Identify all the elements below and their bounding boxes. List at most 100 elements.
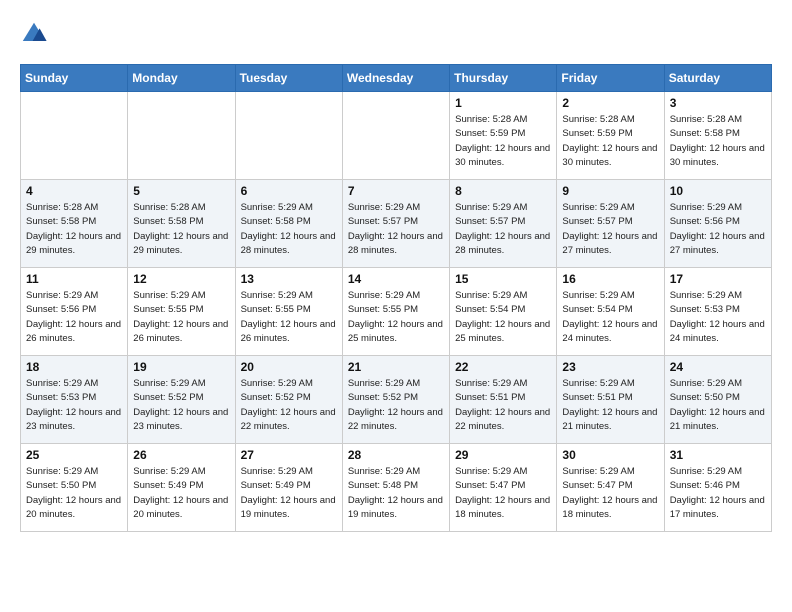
calendar-cell: 22 Sunrise: 5:29 AM Sunset: 5:51 PM Dayli…	[450, 356, 557, 444]
day-number: 8	[455, 184, 551, 198]
calendar-cell: 8 Sunrise: 5:29 AM Sunset: 5:57 PM Daylig…	[450, 180, 557, 268]
day-number: 4	[26, 184, 122, 198]
weekday-header-thursday: Thursday	[450, 65, 557, 92]
calendar-cell: 26 Sunrise: 5:29 AM Sunset: 5:49 PM Dayli…	[128, 444, 235, 532]
weekday-header-tuesday: Tuesday	[235, 65, 342, 92]
calendar-cell: 23Sunrise: 5:29 AM Sunset: 5:51 PM Dayli…	[557, 356, 664, 444]
day-info: Sunrise: 5:29 AM Sunset: 5:58 PM Dayligh…	[241, 201, 337, 258]
calendar-cell: 14 Sunrise: 5:29 AM Sunset: 5:55 PM Dayli…	[342, 268, 449, 356]
calendar-cell: 21 Sunrise: 5:29 AM Sunset: 5:52 PM Dayli…	[342, 356, 449, 444]
day-info: Sunrise: 5:29 AM Sunset: 5:55 PM Dayligh…	[133, 289, 229, 346]
calendar-cell: 19 Sunrise: 5:29 AM Sunset: 5:52 PM Dayli…	[128, 356, 235, 444]
logo-icon	[20, 20, 48, 48]
page-header	[20, 20, 772, 48]
calendar-week-3: 11 Sunrise: 5:29 AM Sunset: 5:56 PM Dayli…	[21, 268, 772, 356]
day-info: Sunrise: 5:29 AM Sunset: 5:55 PM Dayligh…	[348, 289, 444, 346]
day-number: 29	[455, 448, 551, 462]
day-info: Sunrise: 5:29 AM Sunset: 5:49 PM Dayligh…	[241, 465, 337, 522]
calendar-cell	[342, 92, 449, 180]
day-number: 1	[455, 96, 551, 110]
day-info: Sunrise: 5:29 AM Sunset: 5:53 PM Dayligh…	[670, 289, 766, 346]
calendar-cell: 25 Sunrise: 5:29 AM Sunset: 5:50 PM Dayli…	[21, 444, 128, 532]
calendar-week-1: 1 Sunrise: 5:28 AM Sunset: 5:59 PM Daylig…	[21, 92, 772, 180]
weekday-header-monday: Monday	[128, 65, 235, 92]
calendar-cell: 6 Sunrise: 5:29 AM Sunset: 5:58 PM Daylig…	[235, 180, 342, 268]
calendar-cell: 10 Sunrise: 5:29 AM Sunset: 5:56 PM Dayli…	[664, 180, 771, 268]
day-number: 2	[562, 96, 658, 110]
calendar-cell: 12 Sunrise: 5:29 AM Sunset: 5:55 PM Dayli…	[128, 268, 235, 356]
day-info: Sunrise: 5:29 AM Sunset: 5:52 PM Dayligh…	[348, 377, 444, 434]
day-number: 11	[26, 272, 122, 286]
calendar-cell: 17 Sunrise: 5:29 AM Sunset: 5:53 PM Dayli…	[664, 268, 771, 356]
day-info: Sunrise: 5:28 AM Sunset: 5:59 PM Dayligh…	[455, 113, 551, 170]
day-info: Sunrise: 5:29 AM Sunset: 5:50 PM Dayligh…	[670, 377, 766, 434]
day-number: 7	[348, 184, 444, 198]
day-number: 13	[241, 272, 337, 286]
calendar-cell: 29 Sunrise: 5:29 AM Sunset: 5:47 PM Dayli…	[450, 444, 557, 532]
calendar-cell: 2Sunrise: 5:28 AM Sunset: 5:59 PM Daylig…	[557, 92, 664, 180]
day-number: 10	[670, 184, 766, 198]
day-info: Sunrise: 5:29 AM Sunset: 5:54 PM Dayligh…	[455, 289, 551, 346]
calendar-cell: 24 Sunrise: 5:29 AM Sunset: 5:50 PM Dayli…	[664, 356, 771, 444]
day-number: 16	[562, 272, 658, 286]
weekday-header-wednesday: Wednesday	[342, 65, 449, 92]
day-number: 12	[133, 272, 229, 286]
calendar-cell: 31 Sunrise: 5:29 AM Sunset: 5:46 PM Dayli…	[664, 444, 771, 532]
day-info: Sunrise: 5:29 AM Sunset: 5:47 PM Dayligh…	[455, 465, 551, 522]
day-info: Sunrise: 5:29 AM Sunset: 5:56 PM Dayligh…	[26, 289, 122, 346]
day-number: 9	[562, 184, 658, 198]
calendar-cell: 27 Sunrise: 5:29 AM Sunset: 5:49 PM Dayli…	[235, 444, 342, 532]
day-info: Sunrise: 5:29 AM Sunset: 5:51 PM Dayligh…	[455, 377, 551, 434]
calendar-cell: 11 Sunrise: 5:29 AM Sunset: 5:56 PM Dayli…	[21, 268, 128, 356]
calendar-week-2: 4 Sunrise: 5:28 AM Sunset: 5:58 PM Daylig…	[21, 180, 772, 268]
day-info: Sunrise: 5:28 AM Sunset: 5:58 PM Dayligh…	[26, 201, 122, 258]
day-info: Sunrise: 5:29 AM Sunset: 5:52 PM Dayligh…	[241, 377, 337, 434]
calendar-cell: 30Sunrise: 5:29 AM Sunset: 5:47 PM Dayli…	[557, 444, 664, 532]
day-info: Sunrise: 5:29 AM Sunset: 5:51 PM Dayligh…	[562, 377, 658, 434]
calendar-cell: 15 Sunrise: 5:29 AM Sunset: 5:54 PM Dayli…	[450, 268, 557, 356]
day-number: 15	[455, 272, 551, 286]
calendar-cell: 13 Sunrise: 5:29 AM Sunset: 5:55 PM Dayli…	[235, 268, 342, 356]
day-number: 22	[455, 360, 551, 374]
day-info: Sunrise: 5:29 AM Sunset: 5:48 PM Dayligh…	[348, 465, 444, 522]
day-info: Sunrise: 5:29 AM Sunset: 5:49 PM Dayligh…	[133, 465, 229, 522]
logo	[20, 20, 52, 48]
weekday-header-sunday: Sunday	[21, 65, 128, 92]
day-number: 18	[26, 360, 122, 374]
day-info: Sunrise: 5:29 AM Sunset: 5:57 PM Dayligh…	[455, 201, 551, 258]
day-number: 25	[26, 448, 122, 462]
day-info: Sunrise: 5:29 AM Sunset: 5:55 PM Dayligh…	[241, 289, 337, 346]
day-info: Sunrise: 5:29 AM Sunset: 5:50 PM Dayligh…	[26, 465, 122, 522]
day-info: Sunrise: 5:29 AM Sunset: 5:47 PM Dayligh…	[562, 465, 658, 522]
calendar-cell: 1 Sunrise: 5:28 AM Sunset: 5:59 PM Daylig…	[450, 92, 557, 180]
calendar-week-4: 18 Sunrise: 5:29 AM Sunset: 5:53 PM Dayli…	[21, 356, 772, 444]
day-number: 26	[133, 448, 229, 462]
day-info: Sunrise: 5:28 AM Sunset: 5:58 PM Dayligh…	[133, 201, 229, 258]
calendar-cell: 18 Sunrise: 5:29 AM Sunset: 5:53 PM Dayli…	[21, 356, 128, 444]
day-number: 14	[348, 272, 444, 286]
day-info: Sunrise: 5:29 AM Sunset: 5:57 PM Dayligh…	[348, 201, 444, 258]
calendar-cell: 7 Sunrise: 5:29 AM Sunset: 5:57 PM Daylig…	[342, 180, 449, 268]
calendar-cell: 3Sunrise: 5:28 AM Sunset: 5:58 PM Daylig…	[664, 92, 771, 180]
day-info: Sunrise: 5:29 AM Sunset: 5:53 PM Dayligh…	[26, 377, 122, 434]
calendar-cell: 20Sunrise: 5:29 AM Sunset: 5:52 PM Dayli…	[235, 356, 342, 444]
day-number: 21	[348, 360, 444, 374]
calendar-cell: 16Sunrise: 5:29 AM Sunset: 5:54 PM Dayli…	[557, 268, 664, 356]
weekday-header-friday: Friday	[557, 65, 664, 92]
calendar-cell	[235, 92, 342, 180]
calendar-cell	[128, 92, 235, 180]
day-info: Sunrise: 5:29 AM Sunset: 5:56 PM Dayligh…	[670, 201, 766, 258]
day-number: 24	[670, 360, 766, 374]
day-number: 31	[670, 448, 766, 462]
calendar-week-5: 25 Sunrise: 5:29 AM Sunset: 5:50 PM Dayli…	[21, 444, 772, 532]
day-number: 19	[133, 360, 229, 374]
calendar-cell: 9 Sunrise: 5:29 AM Sunset: 5:57 PM Daylig…	[557, 180, 664, 268]
day-info: Sunrise: 5:29 AM Sunset: 5:57 PM Dayligh…	[562, 201, 658, 258]
day-number: 3	[670, 96, 766, 110]
day-info: Sunrise: 5:29 AM Sunset: 5:46 PM Dayligh…	[670, 465, 766, 522]
day-number: 5	[133, 184, 229, 198]
day-number: 6	[241, 184, 337, 198]
day-number: 27	[241, 448, 337, 462]
day-info: Sunrise: 5:29 AM Sunset: 5:52 PM Dayligh…	[133, 377, 229, 434]
day-number: 17	[670, 272, 766, 286]
